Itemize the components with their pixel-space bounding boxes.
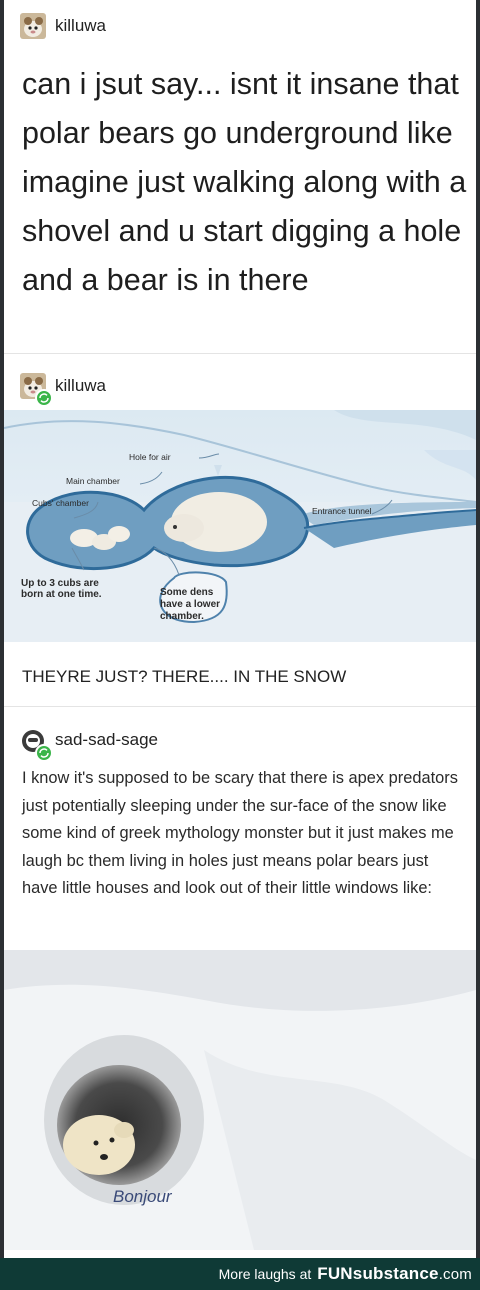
polar-bear-den-diagram: Hole for air Main chamber Cubs' chamber … <box>4 410 476 642</box>
diagram-note-dens-line2: have a lower <box>160 599 220 610</box>
diagram-label-hole-for-air: Hole for air <box>129 452 171 462</box>
post-divider <box>4 353 476 354</box>
diagram-note-dens-line1: Some dens <box>160 587 214 598</box>
post-username[interactable]: sad-sad-sage <box>55 730 158 750</box>
footer-more-laughs: More laughs at <box>218 1266 312 1282</box>
logo-dotcom: .com <box>438 1266 472 1283</box>
post-text: can i jsut say... isnt it insane that po… <box>22 67 467 297</box>
reblog-icon <box>35 389 53 407</box>
diagram-label-entrance-tunnel: Entrance tunnel <box>312 506 372 516</box>
reblog-text: I know it's supposed to be scary that th… <box>22 769 458 897</box>
post-username[interactable]: killuwa <box>55 16 106 36</box>
diagram-note-cubs-line1: Up to 3 cubs are <box>21 578 99 589</box>
reblog-icon <box>35 744 53 762</box>
logo-substance: substance <box>352 1264 439 1283</box>
post-username[interactable]: killuwa <box>55 376 106 396</box>
polar-bear-in-snow-hole-photo <box>4 950 476 1250</box>
logo-fun: FUN <box>317 1264 353 1283</box>
diagram-note-dens-line3: chamber. <box>160 611 204 622</box>
tumblr-post-card: killuwa can i jsut say... isnt it insane… <box>4 0 476 1258</box>
site-footer: More laughs at FUNsubstance.com <box>0 1258 480 1290</box>
diagram-label-main-chamber: Main chamber <box>66 476 120 486</box>
post-divider <box>4 706 476 707</box>
funsubstance-logo[interactable]: FUNsubstance.com <box>317 1264 472 1284</box>
diagram-label-cubs-chamber: Cubs' chamber <box>32 498 89 508</box>
reblog-caption: THEYRE JUST? THERE.... IN THE SNOW <box>22 667 347 686</box>
killuwa-avatar-icon[interactable] <box>20 13 46 39</box>
diagram-note-cubs-line2: born at one time. <box>21 589 102 600</box>
photo-caption: Bonjour <box>113 1187 172 1206</box>
